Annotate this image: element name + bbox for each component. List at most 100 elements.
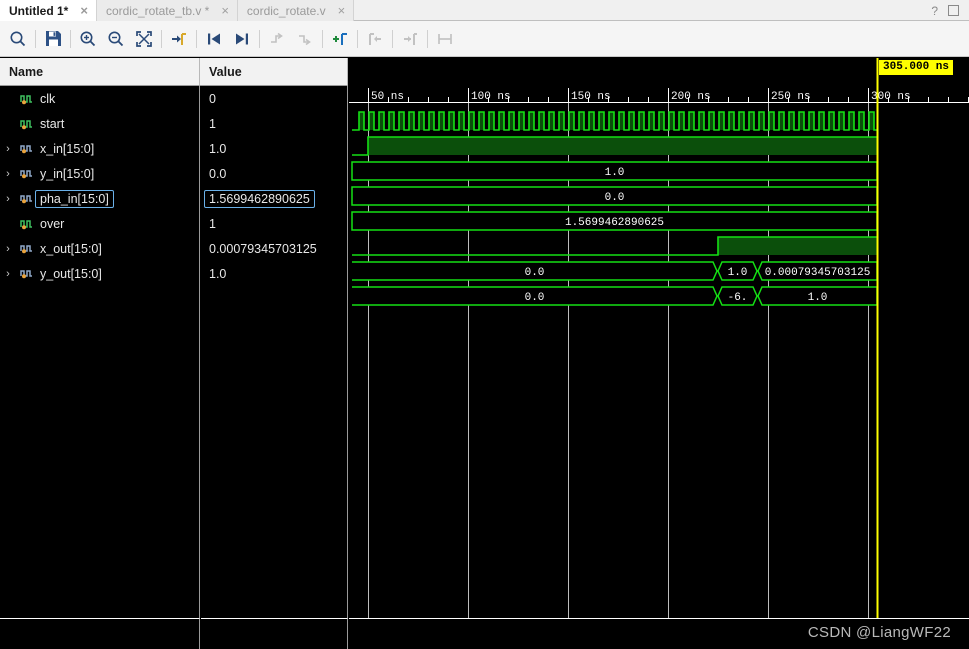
bus-value-label: 1.0 — [728, 267, 748, 279]
signal-name-label: start — [40, 116, 65, 131]
signal-value-row-clk[interactable]: 0 — [201, 86, 348, 111]
signal-value-label: 1.5699462890625 — [204, 189, 315, 208]
watermark: CSDN @LiangWF22 — [807, 624, 951, 641]
signal-value-pane: 0 1 1.0 0.0 1.5699462890625 1 0.00079345703125… — [201, 86, 348, 618]
save-icon[interactable] — [39, 25, 67, 53]
single-bit-signal-icon — [16, 217, 36, 230]
ruler-tick-label: 150 ns — [571, 91, 611, 103]
signal-name-label: pha_in[15:0] — [35, 189, 114, 208]
toolbar — [0, 21, 969, 57]
bus-value-label: -6. — [728, 292, 748, 304]
previous-marker-icon — [361, 25, 389, 53]
maximize-icon[interactable] — [948, 5, 959, 16]
measure-icon — [431, 25, 459, 53]
close-icon[interactable]: × — [78, 4, 90, 17]
chevron-right-icon[interactable]: › — [0, 268, 16, 280]
tab-bar: Untitled 1* × cordic_rotate_tb.v * × cor… — [0, 0, 969, 21]
bus-value-label: 1.0 — [605, 167, 625, 179]
add-marker-icon[interactable] — [326, 25, 354, 53]
signal-row-x_out150[interactable]: › x_out[15:0] — [0, 236, 200, 261]
bus-signal-icon — [16, 242, 36, 255]
signal-row-start[interactable]: › start — [0, 111, 200, 136]
signal-row-over[interactable]: › over — [0, 211, 200, 236]
single-bit-signal-icon — [16, 117, 36, 130]
tab-untitled-1[interactable]: Untitled 1* × — [0, 0, 97, 21]
toolbar-separator — [392, 29, 393, 48]
name-pane-footer — [0, 618, 200, 649]
question-mark-icon[interactable]: ? — [931, 5, 938, 17]
cursor-time-label[interactable]: 305.000 ns — [879, 60, 954, 75]
waveform-row-pha_in150[interactable]: 1.5699462890625 — [351, 211, 878, 231]
signal-row-y_in150[interactable]: › y_in[15:0] — [0, 161, 200, 186]
signal-row-pha_in150[interactable]: › pha_in[15:0] — [0, 186, 200, 211]
signal-value-row-x_in150[interactable]: 1.0 — [201, 136, 348, 161]
waveform-high-fill — [368, 137, 877, 155]
bus-value-label: 1.5699462890625 — [565, 217, 664, 229]
expander-placeholder: › — [0, 118, 16, 130]
signal-value-label: 1.0 — [209, 266, 227, 281]
close-icon[interactable]: × — [336, 4, 348, 17]
chevron-right-icon[interactable]: › — [0, 143, 16, 155]
tab-label: Untitled 1* — [9, 3, 69, 18]
signal-row-clk[interactable]: › clk — [0, 86, 200, 111]
waveform-pane[interactable]: 50 ns 100 ns 150 ns 200 ns 250 ns 300 ns 1.0 0.… — [349, 58, 969, 618]
signal-name-label: x_out[15:0] — [40, 241, 102, 256]
signal-value-label: 0.0 — [209, 166, 227, 181]
tab-cordic-rotate[interactable]: cordic_rotate.v × — [237, 0, 355, 21]
tab-cordic-rotate-tb[interactable]: cordic_rotate_tb.v * × — [96, 0, 238, 21]
chevron-right-icon[interactable]: › — [0, 168, 16, 180]
search-icon[interactable] — [4, 25, 32, 53]
waveform-row-start[interactable] — [352, 136, 877, 156]
waveform-row-clk[interactable] — [352, 111, 877, 131]
waveform-viewer-window: Untitled 1* × cordic_rotate_tb.v * × cor… — [0, 0, 969, 649]
ruler-tick-label: 50 ns — [371, 91, 404, 103]
signal-value-row-start[interactable]: 1 — [201, 111, 348, 136]
signal-value-row-y_out150[interactable]: 1.0 — [201, 261, 348, 286]
bus-value-label: 1.0 — [808, 292, 828, 304]
waveform-row-y_out150[interactable]: 0.0 -6. 1.0 — [352, 286, 878, 306]
signal-value-row-pha_in150[interactable]: 1.5699462890625 — [201, 186, 348, 211]
bus-signal-icon — [16, 142, 36, 155]
zoom-out-icon[interactable] — [102, 25, 130, 53]
signal-name-label: y_in[15:0] — [40, 166, 95, 181]
single-bit-signal-icon — [16, 92, 36, 105]
waveform-row-x_out150[interactable]: 0.0 1.0 0.00079345703125 — [352, 261, 878, 281]
waveform-row-x_in150[interactable]: 1.0 — [351, 161, 878, 181]
group-signals-icon — [263, 25, 291, 53]
signal-value-label: 0 — [209, 91, 216, 106]
chevron-right-icon[interactable]: › — [0, 243, 16, 255]
zoom-fit-icon[interactable] — [130, 25, 158, 53]
signal-value-row-over[interactable]: 1 — [201, 211, 348, 236]
bus-value-label: 0.00079345703125 — [765, 267, 871, 279]
ungroup-signals-icon — [291, 25, 319, 53]
column-header-value[interactable]: Value — [200, 58, 348, 86]
waveform-row-y_in150[interactable]: 0.0 — [351, 186, 878, 206]
bus-signal-icon — [16, 267, 36, 280]
waveform-high-fill — [718, 237, 877, 255]
next-marker-icon — [396, 25, 424, 53]
bus-signal-icon — [16, 192, 36, 205]
bus-value-label: 0.0 — [525, 292, 545, 304]
snap-to-transition-icon[interactable] — [165, 25, 193, 53]
ruler-tick-label: 250 ns — [771, 91, 811, 103]
zoom-in-icon[interactable] — [74, 25, 102, 53]
waveform-canvas[interactable]: 50 ns 100 ns 150 ns 200 ns 250 ns 300 ns1.00.… — [349, 58, 969, 618]
next-transition-icon[interactable] — [228, 25, 256, 53]
signal-name-label: x_in[15:0] — [40, 141, 95, 156]
column-header-row: Name Value — [0, 58, 348, 86]
tab-bar-filler — [354, 0, 969, 20]
previous-transition-icon[interactable] — [200, 25, 228, 53]
waveform-row-over[interactable] — [352, 236, 877, 256]
signal-value-row-x_out150[interactable]: 0.00079345703125 — [201, 236, 348, 261]
ruler-tick-label: 200 ns — [671, 91, 711, 103]
tab-label: cordic_rotate.v — [246, 3, 326, 18]
close-icon[interactable]: × — [219, 4, 231, 17]
column-header-name[interactable]: Name — [0, 58, 200, 86]
signal-row-y_out150[interactable]: › y_out[15:0] — [0, 261, 200, 286]
tab-label: cordic_rotate_tb.v * — [105, 3, 210, 18]
signal-row-x_in150[interactable]: › x_in[15:0] — [0, 136, 200, 161]
chevron-right-icon[interactable]: › — [0, 193, 16, 205]
signal-value-label: 0.00079345703125 — [209, 241, 317, 256]
signal-name-label: y_out[15:0] — [40, 266, 102, 281]
signal-value-row-y_in150[interactable]: 0.0 — [201, 161, 348, 186]
